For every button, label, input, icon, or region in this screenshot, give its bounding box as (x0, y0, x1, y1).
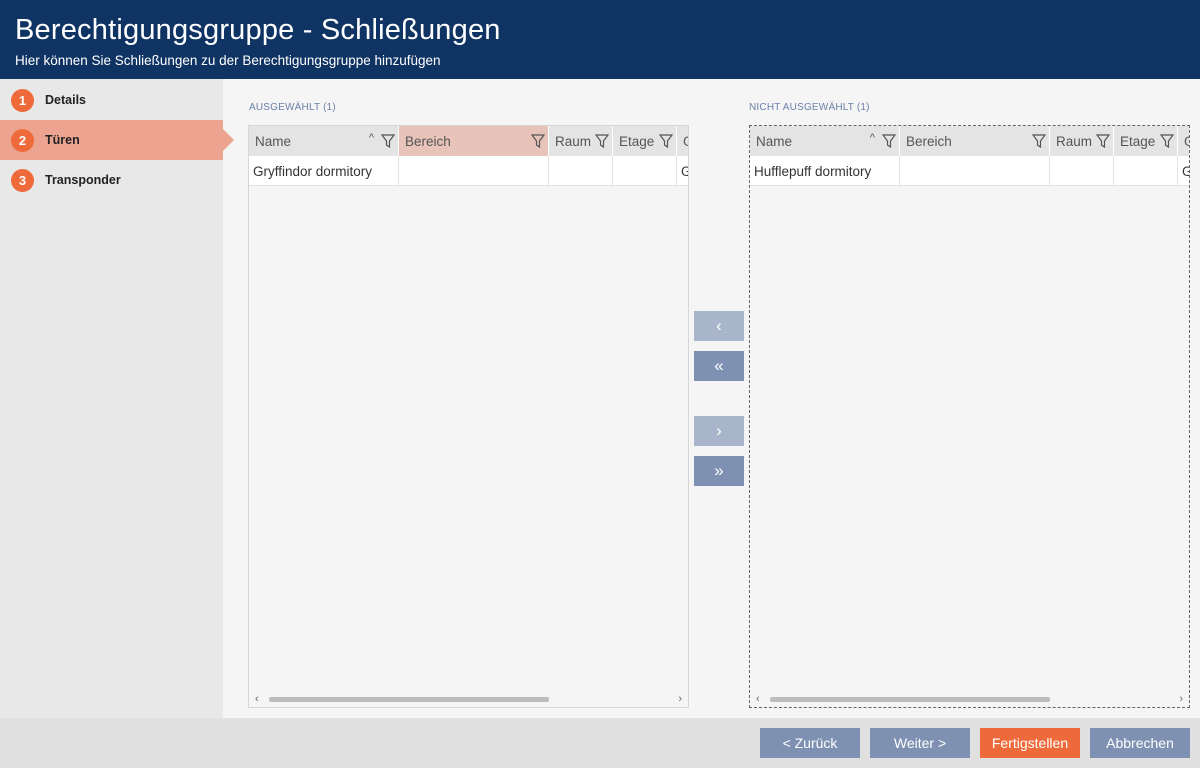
column-header-g[interactable]: G (677, 126, 688, 156)
step-label: Details (45, 93, 86, 107)
add-one-button[interactable]: ‹ (694, 311, 744, 341)
grid-header: Name ^ Bereich Raum Etage G (249, 126, 688, 156)
selected-grid[interactable]: Name ^ Bereich Raum Etage G Gryffindor d… (248, 125, 689, 708)
cancel-button[interactable]: Abbrechen (1090, 728, 1190, 758)
scroll-right-icon[interactable]: › (1179, 693, 1183, 705)
scrollbar-thumb[interactable] (770, 697, 1050, 702)
scrollbar-thumb[interactable] (269, 697, 549, 702)
column-header-etage[interactable]: Etage (1114, 126, 1178, 156)
wizard-steps-sidebar: 1 Details 2 Türen 3 Transponder (0, 79, 234, 718)
scroll-left-icon[interactable]: ‹ (255, 693, 259, 705)
column-header-etage[interactable]: Etage (613, 126, 677, 156)
column-header-raum[interactable]: Raum (1050, 126, 1114, 156)
finish-button[interactable]: Fertigstellen (980, 728, 1080, 758)
cell-name: Hufflepuff dormitory (750, 156, 900, 186)
filter-icon[interactable] (882, 133, 896, 149)
step-number: 1 (11, 88, 34, 112)
step-number: 2 (11, 128, 34, 152)
step-label: Transponder (45, 173, 121, 187)
column-header-g[interactable]: G (1178, 126, 1189, 156)
step-transponder[interactable]: 3 Transponder (0, 160, 223, 200)
add-all-button[interactable]: « (694, 351, 744, 381)
table-row[interactable]: Hufflepuff dormitory G (750, 156, 1189, 186)
filter-icon[interactable] (1160, 133, 1174, 149)
grid-header: Name ^ Bereich Raum Etage G (750, 126, 1189, 156)
column-header-bereich[interactable]: Bereich (399, 126, 549, 156)
unselected-grid[interactable]: Name ^ Bereich Raum Etage G Hufflepuff d… (749, 125, 1190, 708)
horizontal-scrollbar[interactable]: ‹ › (249, 693, 688, 707)
cell-bereich (900, 156, 1050, 186)
filter-icon[interactable] (1096, 133, 1110, 149)
page-title: Berechtigungsgruppe - Schließungen (15, 14, 501, 46)
filter-icon[interactable] (659, 133, 673, 149)
unselected-panel-label: NICHT AUSGEWÄHLT (1) (749, 102, 870, 113)
column-header-name[interactable]: Name ^ (249, 126, 399, 156)
step-label: Türen (45, 133, 80, 147)
step-tueren[interactable]: 2 Türen (0, 120, 234, 160)
cell-raum (1050, 156, 1114, 186)
window-header: Berechtigungsgruppe - Schließungen Hier … (0, 0, 1200, 79)
remove-one-button[interactable]: › (694, 416, 744, 446)
cell-g: G (1178, 156, 1189, 186)
column-header-bereich[interactable]: Bereich (900, 126, 1050, 156)
column-header-raum[interactable]: Raum (549, 126, 613, 156)
selected-panel-label: AUSGEWÄHLT (1) (249, 102, 336, 113)
sort-asc-icon[interactable]: ^ (369, 132, 374, 144)
remove-all-button[interactable]: » (694, 456, 744, 486)
filter-icon[interactable] (1032, 133, 1046, 149)
sort-asc-icon[interactable]: ^ (870, 132, 875, 144)
scroll-right-icon[interactable]: › (678, 693, 682, 705)
cell-g: G (677, 156, 688, 186)
table-row[interactable]: Gryffindor dormitory G (249, 156, 688, 186)
cell-name: Gryffindor dormitory (249, 156, 399, 186)
cell-etage (613, 156, 677, 186)
back-button[interactable]: < Zurück (760, 728, 860, 758)
filter-icon[interactable] (381, 133, 395, 149)
cell-raum (549, 156, 613, 186)
filter-icon[interactable] (595, 133, 609, 149)
page-subtitle: Hier können Sie Schließungen zu der Bere… (15, 53, 441, 68)
step-number: 3 (11, 168, 34, 192)
horizontal-scrollbar[interactable]: ‹ › (750, 693, 1189, 707)
step-details[interactable]: 1 Details (0, 80, 223, 120)
cell-etage (1114, 156, 1178, 186)
filter-icon[interactable] (531, 133, 545, 149)
column-header-name[interactable]: Name ^ (750, 126, 900, 156)
cell-bereich (399, 156, 549, 186)
scroll-left-icon[interactable]: ‹ (756, 693, 760, 705)
next-button[interactable]: Weiter > (870, 728, 970, 758)
